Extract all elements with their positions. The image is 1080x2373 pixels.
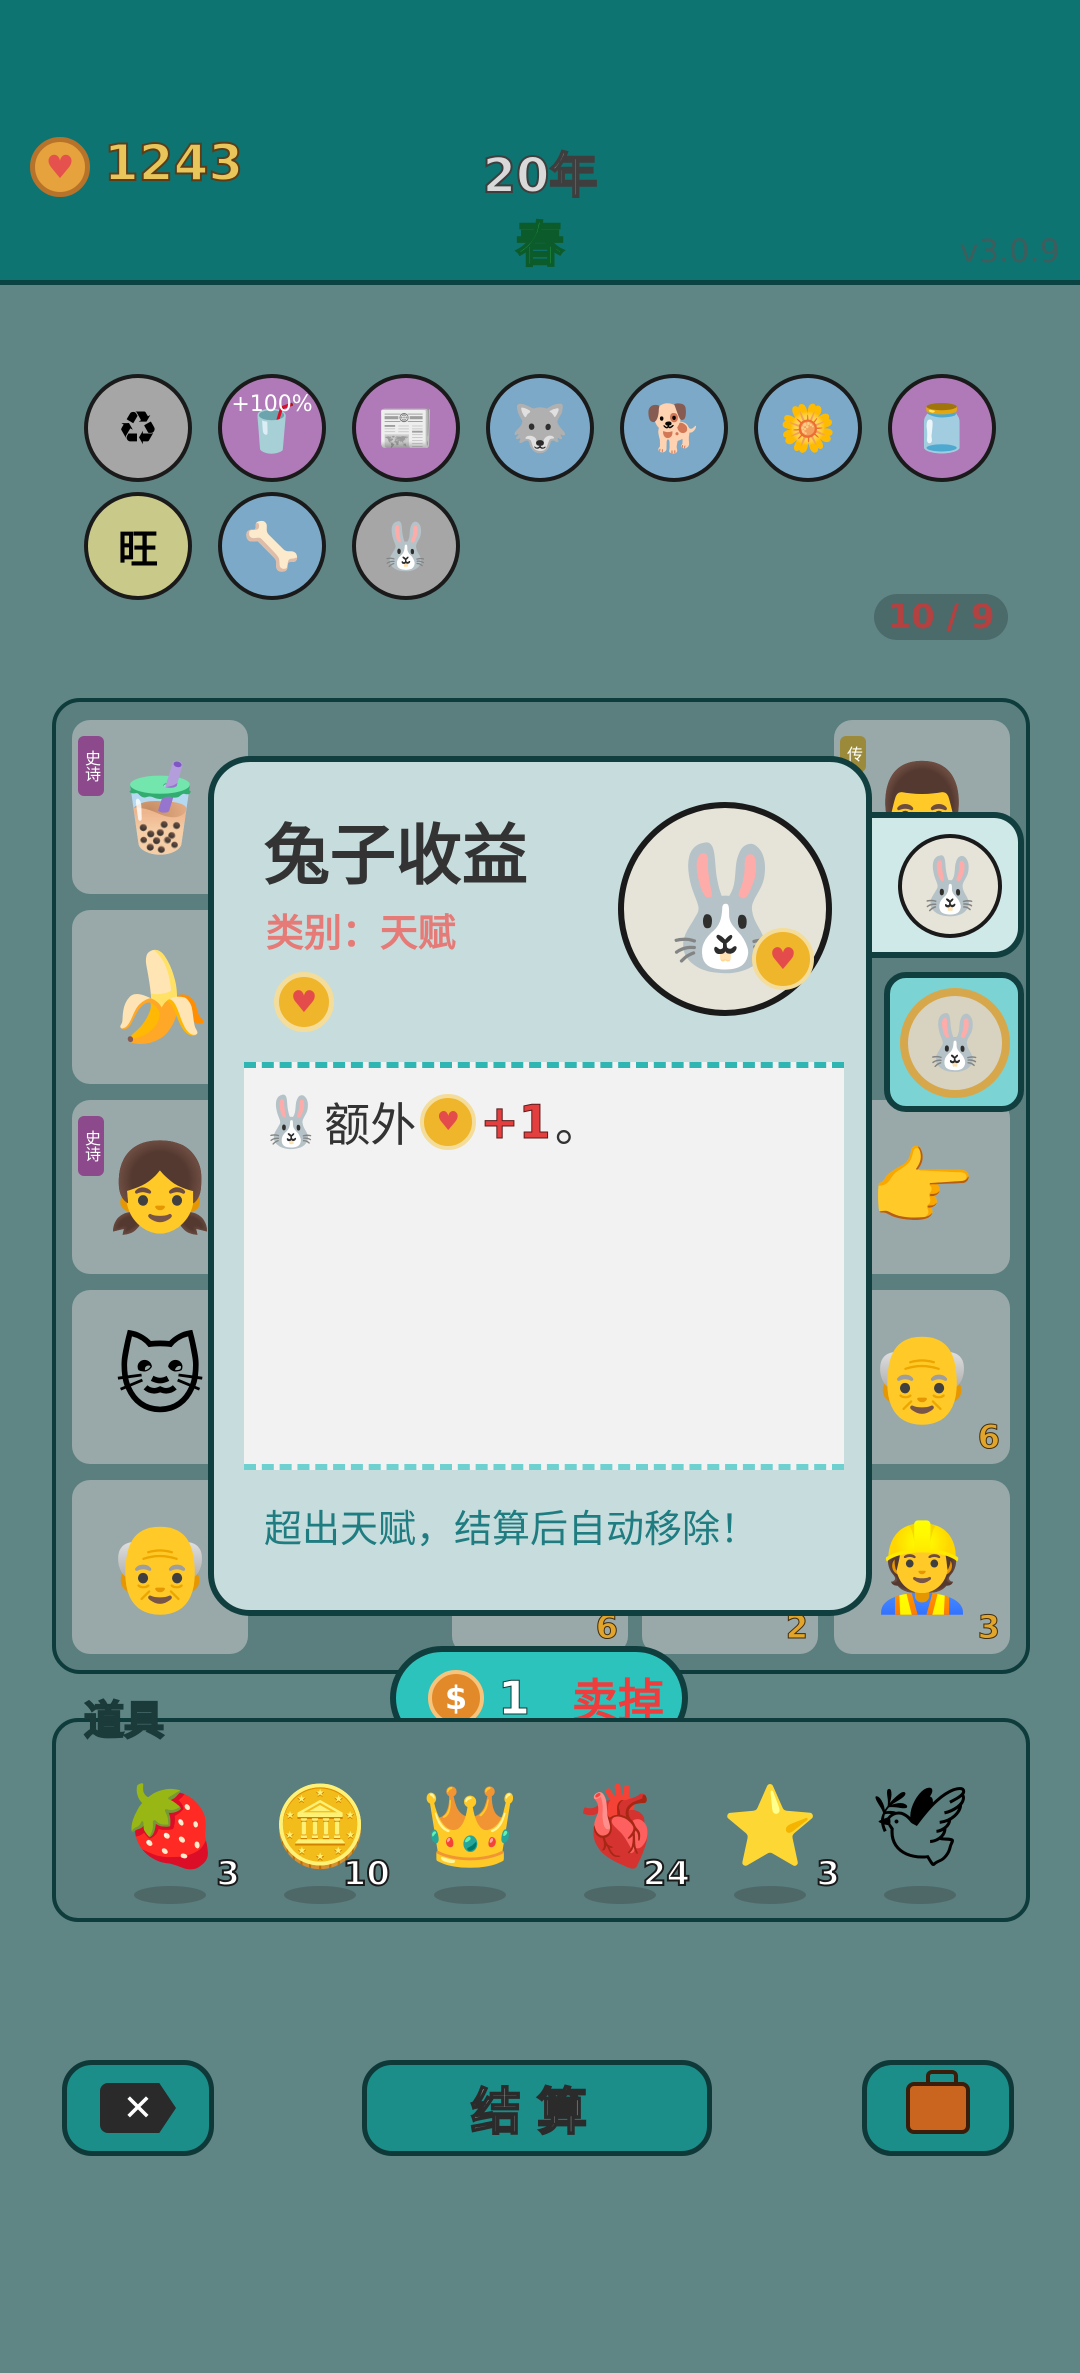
desc-plus: +1 [480,1095,552,1150]
talent-trash-bag-icon[interactable]: ♻ [84,374,192,482]
talent-glyph: 📰 [377,400,435,455]
talent-detail-modal: 兔子收益 类别：天赋 ♥ 🐰 ♥ 🐰 额外 ♥ +1 。 超出天赋，结算后自动移除… [208,756,872,1616]
talent-counter: 10 / 9 [874,594,1008,640]
talent-boost-label: +100% [231,392,313,417]
modal-category: 类别：天赋 [266,911,457,955]
heart-coin-icon: ♥ [274,972,334,1032]
items-panel: 🍓 3 🪙 10 👑 🫀 24 ⭐ 3 🕊 [52,1718,1030,1922]
item-liver[interactable]: 🫀 24 [560,1762,691,1904]
talent-boost-cup-icon[interactable]: +100% 🥤 [218,374,326,482]
settle-button[interactable]: 结算 [362,2060,712,2156]
item-shadow [134,1886,206,1904]
talent-dog-with-chain-icon[interactable]: 🐕 [620,374,728,482]
item-shadow [884,1886,956,1904]
items-title: 道具 [83,1697,165,1745]
talent-glyph: ♻ [117,401,159,455]
lychee-icon: 🍓 [121,1781,219,1872]
item-qty: 3 [815,1853,841,1895]
talent-time-magazine-icon[interactable]: 📰 [352,374,460,482]
settle-label: 结算 [470,2082,603,2142]
talent-wang-tiles-icon[interactable]: 旺 [84,492,192,600]
modal-description: 🐰 额外 ♥ +1 。 [244,1062,844,1470]
cat-icon: 🐱 [115,1327,205,1427]
year-label: 20年 [482,147,599,205]
item-shadow [434,1886,506,1904]
close-button[interactable]: ✕ [62,2060,214,2156]
modal-title: 兔子收益 [264,817,528,894]
rabbit-coin-icon: 🐰 [900,988,1010,1098]
item-qty: 24 [642,1853,691,1895]
worker-icon: 👷 [868,1517,976,1618]
girl-face-icon: 👧 [106,1137,214,1238]
cell-count: 6 [977,1418,1000,1457]
pointing-hand-icon: 👉 [868,1137,976,1238]
item-pigeon[interactable]: 🕊 [860,1762,980,1904]
desc-suffix: 。 [554,1098,601,1152]
item-lychee[interactable]: 🍓 3 [110,1762,241,1904]
desc-prefix: 额外 [324,1098,417,1152]
rabbit-portrait-icon: 🐰 ♥ [618,802,832,1016]
sell-price: 1 [497,1671,531,1726]
talent-glyph: 🐰 [377,518,435,573]
bag-button[interactable] [862,2060,1014,2156]
modal-footer-note: 超出天赋，结算后自动移除！ [264,1507,759,1551]
crown-icon: 👑 [421,1781,519,1872]
cell-count: 3 [977,1608,1000,1647]
talent-glyph: 🫙 [913,400,971,455]
item-dollar-coin[interactable]: 🪙 10 [260,1762,391,1904]
talent-glyph: 旺 [118,527,158,573]
talent-glyph: 🌼 [779,400,837,455]
pigeon-icon: 🕊 [870,1781,970,1872]
talent-glyph: 🐺 [511,400,569,455]
heart-coin-icon: ♥ [420,1094,477,1150]
season-label: 春 [515,216,565,274]
talent-rabbit-icon[interactable]: 🐰 [352,492,460,600]
talent-flower-pot-icon[interactable]: 🌼 [754,374,862,482]
close-icon: ✕ [100,2083,176,2133]
rarity-tag: 史诗 [78,1116,104,1176]
bubble-tea-icon: 🧋 [106,757,214,858]
briefcase-icon [906,2070,970,2134]
item-qty: 3 [215,1853,241,1895]
version-label: v3.0.9 [959,232,1060,270]
rabbit-icon: 🐰 [260,1092,323,1151]
top-status-bar: ♥ 1243 20年 春 v3.0.9 [0,0,1080,285]
star-icon: ⭐ [721,1781,819,1872]
detail-tab-rabbit-coin[interactable]: 🐰 [884,972,1024,1112]
bald-man-icon: 👴 [868,1327,976,1428]
detail-tab-rabbit[interactable]: 🐰 [872,812,1024,958]
rabbit-icon: 🐰 [898,834,1002,938]
talent-dog-bowl-icon[interactable]: 🦴 [218,492,326,600]
item-qty: 10 [342,1853,391,1895]
banana-icon: 🍌 [106,947,214,1048]
talent-glyph: 🦴 [243,518,301,573]
talent-husky-icon[interactable]: 🐺 [486,374,594,482]
talent-glyph: 🐕 [645,400,703,455]
item-star[interactable]: ⭐ 3 [710,1762,841,1904]
item-shadow [734,1886,806,1904]
heart-coin-icon: ♥ [752,928,814,990]
talent-jar-icon[interactable]: 🫙 [888,374,996,482]
item-crown[interactable]: 👑 [410,1762,530,1904]
rarity-tag: 史诗 [78,736,104,796]
grandpa-icon: 👴 [106,1517,214,1618]
description-line: 🐰 额外 ♥ +1 。 [260,1088,601,1156]
